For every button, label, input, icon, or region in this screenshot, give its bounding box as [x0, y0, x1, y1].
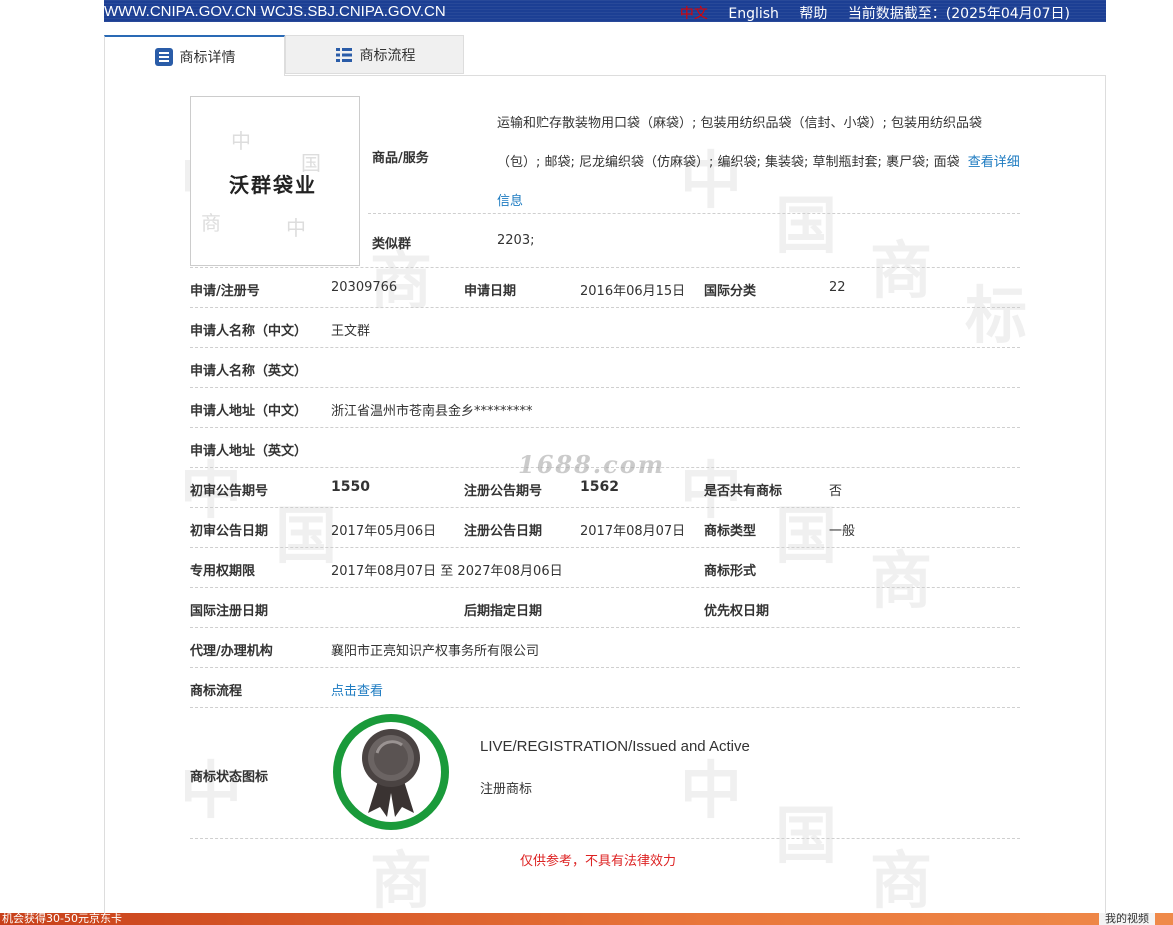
row-divider — [190, 427, 1020, 428]
goods-text: 运输和贮存散装物用口袋（麻袋）; 包装用纺织品袋（信封、小袋）; 包装用纺织品袋… — [497, 116, 983, 170]
row-divider — [190, 347, 1020, 348]
similar-group-label: 类似群 — [372, 237, 412, 252]
status-chinese: 注册商标 — [480, 782, 533, 797]
reg-notice-date-value: 2017年08月07日 — [580, 524, 686, 539]
applicant-en-label: 申请人名称（英文） — [190, 364, 308, 379]
app-date-value: 2016年06月15日 — [580, 284, 686, 299]
row-divider — [190, 267, 1020, 268]
document-list-icon — [154, 47, 173, 66]
row-divider — [368, 213, 1020, 214]
shared-label: 是否共有商标 — [704, 484, 783, 499]
trademark-text: 沃群袋业 — [229, 173, 317, 197]
row-divider — [190, 547, 1020, 548]
intl-class-label: 国际分类 — [704, 284, 757, 299]
top-bar-right: 中文 English 帮助 当前数据截至：(2025年04月07日) — [664, 3, 1070, 23]
reg-notice-date-label: 注册公告日期 — [464, 524, 543, 539]
reg-no-label: 申请/注册号 — [190, 284, 260, 299]
tab-trademark-detail[interactable]: 商标详情 — [104, 35, 285, 76]
applicant-cn-label: 申请人名称（中文） — [190, 324, 308, 339]
top-bar: WWW.CNIPA.GOV.CN WCJS.SBJ.CNIPA.GOV.CN 中… — [104, 0, 1106, 22]
term-value: 2017年08月07日 至 2027年08月06日 — [331, 564, 563, 579]
mark-form-label: 商标形式 — [704, 564, 757, 579]
shared-value: 否 — [829, 484, 843, 499]
agent-label: 代理/办理机构 — [190, 644, 273, 659]
lang-en-link[interactable]: English — [728, 6, 779, 22]
logo-watermark: 中 — [231, 129, 251, 153]
later-date-label: 后期指定日期 — [464, 604, 543, 619]
mark-type-value: 一般 — [829, 524, 856, 539]
data-date: 当前数据截至：(2025年04月07日) — [847, 6, 1070, 22]
status-label: 商标状态图标 — [190, 770, 269, 785]
trademark-image: 中 国 商 中 沃群袋业 — [190, 96, 360, 266]
intl-class-value: 22 — [829, 280, 846, 295]
row-divider — [190, 707, 1020, 708]
logo-watermark: 商 — [201, 211, 221, 235]
tab-bar: 商标详情 商标流程 — [104, 35, 1106, 76]
my-videos-button[interactable]: 我的视频 — [1099, 913, 1155, 925]
row-divider — [190, 838, 1020, 839]
reg-notice-no-label: 注册公告期号 — [464, 484, 543, 499]
reg-no-value: 20309766 — [331, 280, 398, 295]
address-en-label: 申请人地址（英文） — [190, 444, 308, 459]
lang-zh-link[interactable]: 中文 — [680, 6, 708, 22]
status-english: LIVE/REGISTRATION/Issued and Active — [480, 738, 750, 755]
applicant-cn-value: 王文群 — [331, 324, 371, 339]
address-cn-label: 申请人地址（中文） — [190, 404, 308, 419]
row-divider — [190, 387, 1020, 388]
list-icon — [335, 47, 352, 62]
term-label: 专用权期限 — [190, 564, 256, 579]
tab-label: 商标详情 — [179, 49, 236, 66]
registered-seal-icon — [333, 714, 449, 830]
priority-date-label: 优先权日期 — [704, 604, 770, 619]
mark-type-label: 商标类型 — [704, 524, 757, 539]
prelim-no-label: 初审公告期号 — [190, 484, 269, 499]
row-divider — [190, 667, 1020, 668]
similar-group-value: 2203; — [497, 233, 535, 248]
goods-value: 运输和贮存散装物用口袋（麻袋）; 包装用纺织品袋（信封、小袋）; 包装用纺织品袋… — [497, 104, 1022, 221]
app-date-label: 申请日期 — [464, 284, 517, 299]
prelim-no-value: 1550 — [331, 479, 370, 495]
reg-notice-no-value: 1562 — [580, 479, 619, 495]
address-cn-value: 浙江省温州市苍南县金乡********* — [331, 404, 533, 419]
goods-label: 商品/服务 — [372, 151, 429, 166]
flow-view-link[interactable]: 点击查看 — [331, 680, 383, 699]
row-divider — [190, 587, 1020, 588]
help-link[interactable]: 帮助 — [799, 6, 827, 22]
row-divider — [190, 307, 1020, 308]
flow-label: 商标流程 — [190, 684, 243, 699]
overlay-watermark: 1688.com — [518, 450, 666, 479]
tab-label: 商标流程 — [359, 47, 416, 64]
disclaimer: 仅供参考，不具有法律效力 — [520, 854, 677, 869]
row-divider — [190, 627, 1020, 628]
row-divider — [190, 507, 1020, 508]
site-links[interactable]: WWW.CNIPA.GOV.CN WCJS.SBJ.CNIPA.GOV.CN — [104, 3, 446, 20]
prelim-date-label: 初审公告日期 — [190, 524, 269, 539]
prelim-date-value: 2017年05月06日 — [331, 524, 437, 539]
intl-reg-date-label: 国际注册日期 — [190, 604, 269, 619]
bottom-ad-bar: 机会获得30-50元京东卡 我的视频 — [0, 913, 1173, 925]
tab-trademark-flow[interactable]: 商标流程 — [285, 35, 464, 74]
ad-text[interactable]: 机会获得30-50元京东卡 — [2, 913, 122, 925]
agent-value: 襄阳市正亮知识产权事务所有限公司 — [331, 644, 540, 659]
logo-watermark: 中 — [286, 216, 306, 240]
